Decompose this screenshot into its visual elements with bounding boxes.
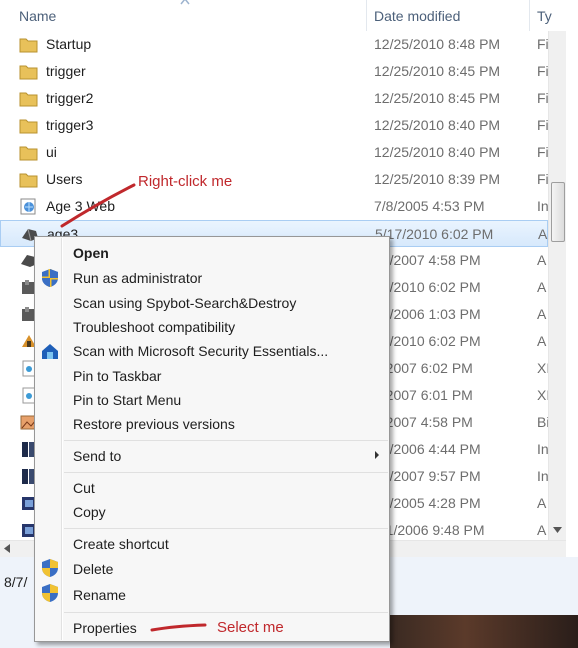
file-date: 7/8/2005 4:53 PM (374, 198, 485, 214)
menu-item-rename[interactable]: Rename (73, 587, 126, 603)
file-row[interactable]: trigger3 12/25/2010 8:40 PM Fi (0, 112, 549, 139)
annotation-right-click: Right-click me (138, 173, 233, 190)
vertical-scrollbar[interactable] (548, 31, 566, 540)
menu-item-send-to[interactable]: Send to (73, 448, 121, 464)
file-date: 12/25/2010 8:40 PM (374, 144, 501, 160)
folder-icon (19, 65, 38, 80)
uac-shield-icon (42, 269, 58, 287)
menu-separator (64, 612, 388, 613)
folder-icon (19, 119, 38, 134)
file-type: A (537, 252, 547, 268)
security-essentials-icon (42, 344, 58, 359)
file-row[interactable]: Users 12/25/2010 8:39 PM Fi (0, 166, 549, 193)
file-date: 12/25/2010 8:39 PM (374, 171, 501, 187)
file-type: Fi (537, 171, 549, 187)
menu-item-pin-taskbar[interactable]: Pin to Taskbar (73, 368, 161, 384)
submenu-arrow-icon (375, 451, 379, 459)
file-date: 12/25/2010 8:48 PM (374, 36, 501, 52)
menu-separator (64, 472, 388, 473)
column-header-bar: Name Date modified Ty (0, 0, 578, 31)
column-divider[interactable] (529, 0, 530, 31)
file-row[interactable]: trigger2 12/25/2010 8:45 PM Fi (0, 85, 549, 112)
column-divider[interactable] (366, 0, 367, 31)
file-type: A (537, 522, 547, 538)
file-type: A (538, 226, 548, 242)
folder-icon (19, 38, 38, 53)
file-type: Fi (537, 90, 549, 106)
file-type: Fi (537, 36, 549, 52)
file-date: 5/17/2010 6:02 PM (375, 226, 494, 242)
file-row[interactable]: Age 3 Web 7/8/2005 4:53 PM In (0, 193, 549, 220)
menu-item-open[interactable]: Open (73, 245, 109, 261)
column-header-date-modified[interactable]: Date modified (374, 8, 460, 24)
file-name: Startup (46, 36, 92, 52)
file-name: trigger (46, 63, 86, 79)
menu-separator (64, 440, 388, 441)
file-name: trigger3 (46, 117, 94, 133)
file-name: Users (46, 171, 83, 187)
menu-item-run-as-admin[interactable]: Run as administrator (73, 270, 202, 286)
column-header-name[interactable]: Name (19, 8, 56, 24)
file-name: ui (46, 144, 57, 160)
menu-icon-gutter (62, 238, 63, 640)
column-header-type[interactable]: Ty (537, 8, 552, 24)
scroll-down-arrow-icon[interactable] (553, 527, 562, 533)
folder-icon (19, 146, 38, 161)
menu-item-create-shortcut[interactable]: Create shortcut (73, 536, 169, 552)
file-type: A (537, 279, 547, 295)
menu-separator (64, 528, 388, 529)
file-row[interactable]: Startup 12/25/2010 8:48 PM Fi (0, 31, 549, 58)
uac-shield-icon (42, 584, 58, 602)
file-date: 12/25/2010 8:45 PM (374, 63, 501, 79)
scrollbar-thumb[interactable] (551, 182, 565, 242)
menu-item-delete[interactable]: Delete (73, 561, 113, 577)
uac-shield-icon (42, 559, 58, 577)
file-name: Age 3 Web (46, 198, 116, 214)
menu-item-properties[interactable]: Properties (73, 620, 137, 636)
file-type: In (537, 198, 549, 214)
internet-shortcut-icon (20, 198, 36, 215)
scroll-left-arrow-icon[interactable] (4, 544, 10, 553)
file-name: trigger2 (46, 90, 94, 106)
desktop-background (390, 615, 578, 648)
file-type: A (537, 333, 547, 349)
menu-item-pin-start[interactable]: Pin to Start Menu (73, 392, 181, 408)
annotation-select: Select me (217, 619, 284, 636)
file-date: 12/25/2010 8:45 PM (374, 90, 501, 106)
file-type: Fi (537, 144, 549, 160)
menu-item-cut[interactable]: Cut (73, 480, 95, 496)
file-row[interactable]: trigger 12/25/2010 8:45 PM Fi (0, 58, 549, 85)
file-date: 12/25/2010 8:40 PM (374, 117, 501, 133)
menu-item-copy[interactable]: Copy (73, 504, 106, 520)
file-type: A (537, 495, 547, 511)
folder-icon (19, 173, 38, 188)
file-type: Fi (537, 63, 549, 79)
file-type: Fi (537, 117, 549, 133)
folder-icon (19, 92, 38, 107)
menu-item-restore-versions[interactable]: Restore previous versions (73, 416, 235, 432)
file-row[interactable]: ui 12/25/2010 8:40 PM Fi (0, 139, 549, 166)
details-date-text: 8/7/ (4, 574, 28, 590)
menu-item-mse-scan[interactable]: Scan with Microsoft Security Essentials.… (73, 343, 328, 359)
file-date: /21/2006 9:48 PM (374, 522, 485, 538)
file-type: In (537, 468, 549, 484)
menu-item-troubleshoot[interactable]: Troubleshoot compatibility (73, 319, 235, 335)
file-type: In (537, 441, 549, 457)
sort-ascending-icon (180, 0, 190, 5)
file-type: A (537, 306, 547, 322)
menu-item-spybot-scan[interactable]: Scan using Spybot-Search&Destroy (73, 295, 296, 311)
